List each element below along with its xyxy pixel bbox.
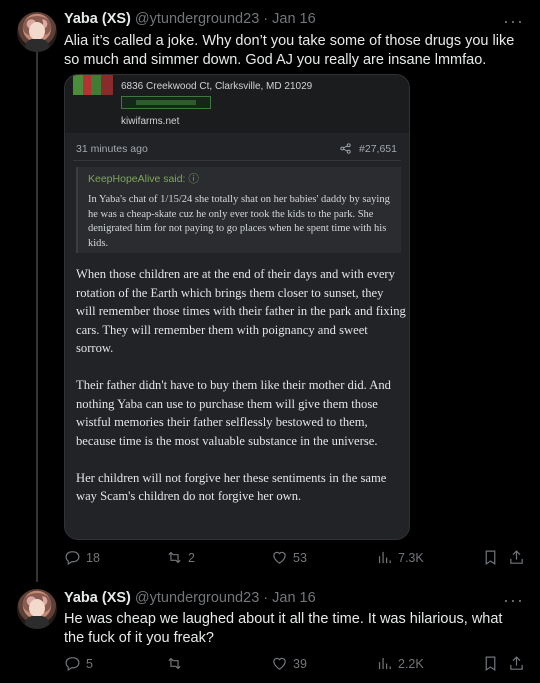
retweet-icon	[168, 657, 181, 670]
bookmark-icon	[485, 656, 496, 672]
views-count: 7.3K	[398, 550, 424, 565]
share-button[interactable]	[508, 549, 525, 566]
more-icon[interactable]: ···	[503, 12, 524, 30]
post-paragraph: Their father didn't have to buy them lik…	[76, 378, 391, 448]
reply-button[interactable]: 5	[64, 655, 93, 672]
like-icon	[273, 657, 286, 670]
divider	[73, 160, 401, 161]
avatar[interactable]	[17, 589, 57, 629]
thumbnail-image	[73, 75, 113, 95]
retweet-button[interactable]: 2	[166, 549, 195, 566]
reply-icon	[65, 657, 80, 671]
reply-icon	[65, 551, 80, 565]
post-body: When those children are at the end of th…	[76, 265, 406, 524]
screenshot-header: 6836 Creekwood Ct, Clarksville, MD 21029…	[65, 75, 409, 133]
tweet-actions: 5 39 2.2K	[64, 655, 524, 677]
display-name[interactable]: Yaba (XS)	[64, 590, 131, 606]
reply-button[interactable]: 18	[64, 549, 100, 566]
display-name[interactable]: Yaba (XS)	[64, 11, 131, 27]
like-count: 39	[293, 656, 307, 671]
tweet-actions: 18 2 53 7.3K	[64, 549, 524, 571]
views-button[interactable]: 7.3K	[376, 549, 424, 566]
attached-image[interactable]: 6836 Creekwood Ct, Clarksville, MD 21029…	[64, 74, 410, 540]
handle-and-date[interactable]: @ytunderground23 · Jan 16	[135, 11, 316, 27]
views-icon	[378, 657, 391, 670]
reply-count: 18	[86, 550, 100, 565]
tweet-header: Yaba (XS) @ytunderground23 · Jan 16	[64, 11, 316, 27]
tweet[interactable]: Yaba (XS) @ytunderground23 · Jan 16 ··· …	[0, 0, 540, 575]
share-icon	[510, 656, 523, 670]
retweet-button[interactable]	[166, 655, 188, 672]
tweet-text: Alia it’s called a joke. Why don’t you t…	[64, 33, 515, 68]
quote-text: In Yaba's chat of 1/15/24 she totally sh…	[88, 194, 390, 249]
tweet-text: He was cheap we laughed about it all the…	[64, 611, 503, 646]
post-time: 31 minutes ago	[76, 143, 148, 155]
tweet[interactable]: Yaba (XS) @ytunderground23 · Jan 16 ··· …	[0, 575, 540, 683]
views-icon	[378, 551, 391, 564]
quote-author: KeepHopeAlive said: ⓘ	[88, 173, 199, 185]
views-count: 2.2K	[398, 656, 424, 671]
retweet-count: 2	[188, 550, 195, 565]
share-button[interactable]	[508, 655, 525, 672]
retweet-icon	[168, 551, 181, 564]
bookmark-button[interactable]	[482, 549, 499, 566]
reply-count: 5	[86, 656, 93, 671]
views-button[interactable]: 2.2K	[376, 655, 424, 672]
like-button[interactable]: 39	[271, 655, 307, 672]
redacted-button	[121, 96, 211, 109]
post-paragraph: When those children are at the end of th…	[76, 267, 406, 355]
post-paragraph: Her children will not forgive her these …	[76, 470, 387, 504]
like-button[interactable]: 53	[271, 549, 307, 566]
bookmark-icon	[485, 550, 496, 566]
avatar[interactable]	[17, 12, 57, 52]
address-text: 6836 Creekwood Ct, Clarksville, MD 21029	[121, 81, 313, 92]
site-text: kiwifarms.net	[121, 116, 180, 127]
quote-block: KeepHopeAlive said: ⓘ In Yaba's chat of …	[76, 167, 401, 253]
like-icon	[273, 551, 286, 564]
like-count: 53	[293, 550, 307, 565]
bookmark-button[interactable]	[482, 655, 499, 672]
tweet-header: Yaba (XS) @ytunderground23 · Jan 16	[64, 590, 316, 606]
handle-and-date[interactable]: @ytunderground23 · Jan 16	[135, 590, 316, 606]
share-icon	[510, 550, 523, 564]
share-network-icon	[340, 143, 351, 154]
more-icon[interactable]: ···	[503, 591, 524, 609]
post-number: #27,651	[359, 143, 397, 155]
